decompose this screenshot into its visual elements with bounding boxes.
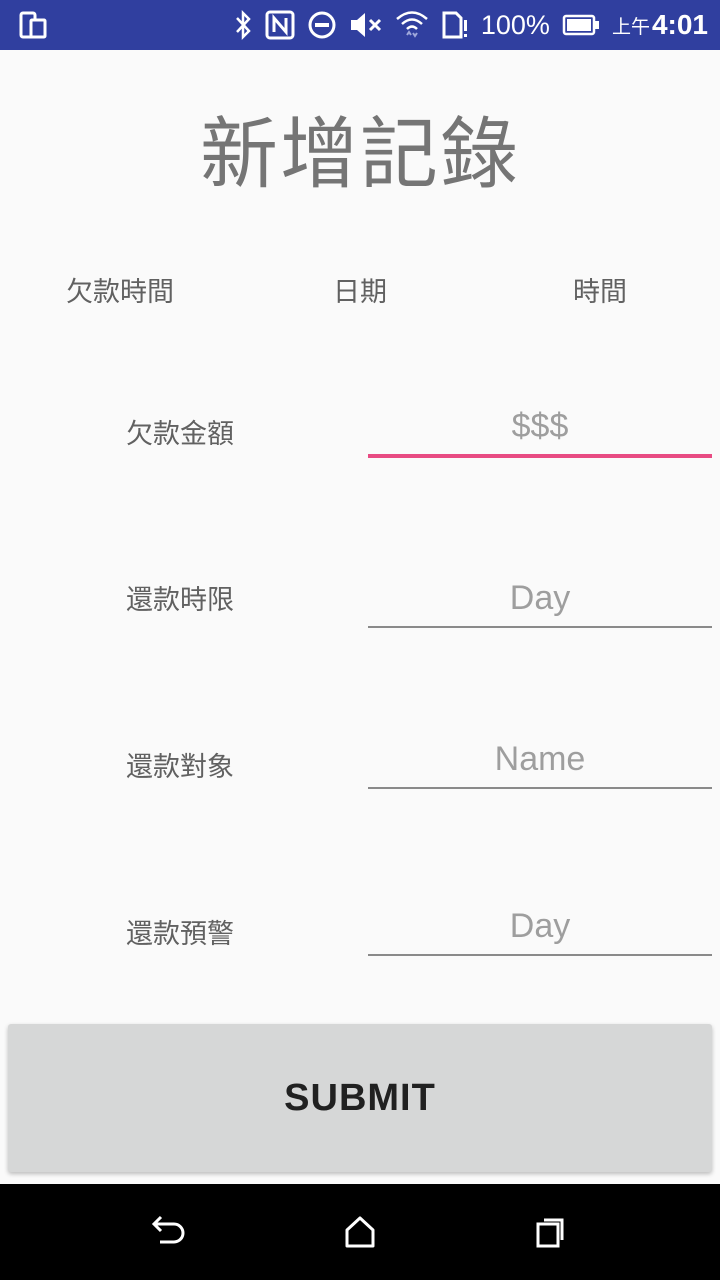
debt-time-row: 欠款時間 日期 時間 <box>0 270 720 310</box>
back-icon[interactable] <box>146 1210 190 1254</box>
nfc-icon <box>265 10 295 40</box>
screen: 100% 上午 4:01 新增記錄 欠款時間 日期 時間 欠款金額 還款時限 還… <box>0 0 720 1280</box>
submit-button[interactable]: SUBMIT <box>8 1024 712 1172</box>
recents-icon[interactable] <box>530 1210 574 1254</box>
time-picker-button[interactable]: 時間 <box>500 270 700 309</box>
do-not-disturb-icon <box>308 11 336 39</box>
sim-alert-icon <box>442 11 467 39</box>
debt-time-label: 欠款時間 <box>66 277 174 308</box>
amount-label: 欠款金額 <box>126 419 234 450</box>
deadline-input[interactable] <box>368 570 712 628</box>
time-period: 上午 <box>611 15 650 38</box>
warning-label: 還款預警 <box>126 919 234 950</box>
status-bar: 100% 上午 4:01 <box>0 0 720 50</box>
screen-mirror-icon <box>19 11 47 39</box>
payee-label: 還款對象 <box>126 752 234 783</box>
deadline-label: 還款時限 <box>126 585 234 616</box>
battery-icon <box>562 14 599 36</box>
clock: 4:01 <box>651 9 708 40</box>
status-icons: 100% 上午 4:01 <box>221 0 708 50</box>
battery-percent: 100% <box>480 9 550 40</box>
bluetooth-icon <box>235 9 251 41</box>
warning-input[interactable] <box>368 898 712 956</box>
navigation-bar <box>0 1184 720 1280</box>
payee-input[interactable] <box>368 731 712 789</box>
page-title: 新增記錄 <box>199 110 520 200</box>
date-picker-button[interactable]: 日期 <box>260 270 460 309</box>
mute-icon <box>350 13 381 37</box>
amount-input[interactable] <box>368 398 712 458</box>
wifi-icon <box>396 11 428 38</box>
home-icon[interactable] <box>338 1210 382 1254</box>
